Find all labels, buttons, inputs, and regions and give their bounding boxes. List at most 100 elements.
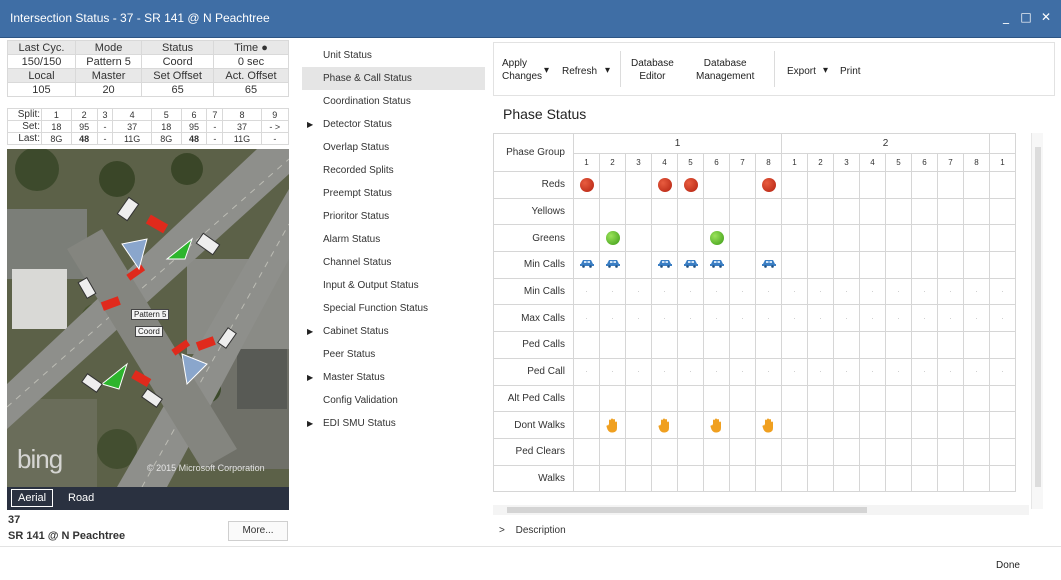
nav-item-coordination-status[interactable]: Coordination Status [302, 90, 485, 113]
phase-cell [833, 171, 860, 199]
nav-item-phase-call-status[interactable]: Phase & Call Status [302, 67, 485, 90]
phase-cell [989, 224, 1016, 253]
nav-item-preempt-status[interactable]: Preempt Status [302, 182, 485, 205]
nav-item-overlap-status[interactable]: Overlap Status [302, 136, 485, 159]
nav-item-recorded-splits[interactable]: Recorded Splits [302, 159, 485, 182]
phase-number-cell: 3 [833, 153, 860, 172]
inactive-dot: · [819, 367, 822, 377]
description-toggle[interactable]: > Description [499, 525, 566, 536]
nav-item-config-validation[interactable]: Config Validation [302, 389, 485, 412]
inactive-dot: · [715, 313, 718, 323]
nav-item-cabinet-status[interactable]: ▶ Cabinet Status [302, 320, 485, 343]
expand-arrow-icon[interactable]: ▶ [307, 412, 313, 435]
horizontal-scrollbar[interactable] [493, 505, 1029, 515]
inactive-dot: · [949, 313, 952, 323]
inactive-dot: · [793, 287, 796, 297]
phase-cell [625, 437, 652, 466]
phase-row-label: Yellows [493, 197, 574, 226]
refresh-button[interactable]: Refresh [562, 65, 597, 78]
split-num: 6 [180, 108, 208, 121]
phase-status-row: Greens [493, 224, 1016, 253]
phase-cell: · [885, 277, 912, 306]
set-value: 18 [41, 120, 72, 133]
master-value: 20 [74, 82, 143, 97]
nav-item-label: Alarm Status [323, 234, 381, 245]
phase-cell [885, 464, 912, 493]
maximize-button[interactable]: □ [1019, 10, 1033, 24]
phase-cell: · [807, 357, 834, 386]
close-button[interactable]: ✕ [1039, 10, 1053, 24]
aerial-map[interactable]: Pattern 5 Coord bing © 2015 Microsoft Co… [7, 149, 289, 487]
phase-cell: · [781, 304, 808, 333]
expand-arrow-icon[interactable]: ▶ [307, 366, 313, 389]
expand-arrow-icon[interactable]: ▶ [307, 113, 313, 136]
nav-item-unit-status[interactable]: Unit Status [302, 44, 485, 67]
phase-cell [599, 197, 626, 226]
phase-cell: · [651, 277, 678, 306]
inactive-dot: · [897, 367, 900, 377]
phase-cell [911, 171, 938, 199]
last-value: - [96, 132, 114, 145]
phase-cell [807, 384, 834, 413]
nav-item-edi-smu-status[interactable]: ▶ EDI SMU Status [302, 412, 485, 435]
database-management-button[interactable]: Database Management [696, 57, 754, 83]
tab-road[interactable]: Road [63, 491, 99, 505]
phase-cell [573, 331, 600, 359]
status-value: Coord [141, 54, 214, 69]
nav-item-input-output-status[interactable]: Input & Output Status [302, 274, 485, 297]
phase-cell: · [573, 277, 600, 306]
scrollbar-thumb[interactable] [1035, 147, 1041, 487]
set-value: 37 [222, 120, 262, 133]
tab-aerial[interactable]: Aerial [11, 489, 54, 507]
apply-dropdown-icon[interactable]: ▾ [544, 64, 549, 77]
phase-cell: · [911, 357, 938, 386]
vertical-scrollbar[interactable] [1031, 133, 1043, 509]
database-editor-button[interactable]: Database Editor [631, 57, 674, 83]
phase-cell: · [573, 357, 600, 386]
phase-cell [859, 171, 886, 199]
export-button[interactable]: Export [787, 65, 816, 78]
export-dropdown-icon[interactable]: ▾ [823, 64, 828, 77]
nav-item-peer-status[interactable]: Peer Status [302, 343, 485, 366]
refresh-dropdown-icon[interactable]: ▾ [605, 64, 610, 77]
nav-item-prioritor-status[interactable]: Prioritor Status [302, 205, 485, 228]
expand-arrow-icon[interactable]: ▶ [307, 320, 313, 343]
inactive-dot: · [689, 367, 692, 377]
nav-item-alarm-status[interactable]: Alarm Status [302, 228, 485, 251]
phase-cell [989, 384, 1016, 413]
scrollbar-thumb[interactable] [507, 507, 867, 513]
inactive-dot: · [663, 313, 666, 323]
phase-cell: · [677, 304, 704, 333]
vehicle-call-icon [761, 260, 776, 269]
done-button[interactable]: Done [976, 555, 1040, 575]
apply-changes-button[interactable]: Apply Changes [502, 57, 542, 83]
more-button[interactable]: More... [228, 521, 288, 541]
print-button[interactable]: Print [840, 65, 861, 78]
window-controls: _ □ ✕ [999, 10, 1053, 24]
phase-status-row: Walks [493, 464, 1016, 493]
phase-cell: · [625, 304, 652, 333]
phase-cell [625, 224, 652, 253]
phase-cell [755, 411, 782, 439]
inactive-dot: · [611, 367, 614, 377]
inactive-dot: · [585, 287, 588, 297]
phase-cell [885, 437, 912, 466]
minimize-button[interactable]: _ [999, 10, 1013, 24]
phase-number-cell: 4 [859, 153, 886, 172]
phase-cell [937, 224, 964, 253]
inactive-dot: · [975, 367, 978, 377]
phase-status-row: Yellows [493, 197, 1016, 226]
last-value: - [260, 132, 290, 145]
phase-cell: · [859, 277, 886, 306]
nav-item-detector-status[interactable]: ▶ Detector Status [302, 113, 485, 136]
phase-cell: · [755, 357, 782, 386]
nav-item-channel-status[interactable]: Channel Status [302, 251, 485, 274]
phase-table-viewport[interactable]: Phase Group 12 12345678123456781 Reds Yel… [493, 133, 1029, 509]
nav-item-master-status[interactable]: ▶ Master Status [302, 366, 485, 389]
nav-item-special-function-status[interactable]: Special Function Status [302, 297, 485, 320]
phase-cell [911, 464, 938, 493]
phase-cell [573, 224, 600, 253]
phase-group-header [989, 133, 1016, 154]
map-tabs: Aerial Road [7, 487, 289, 510]
split-row: Split: 1 2 3 4 5 6 7 8 9 [7, 108, 290, 121]
